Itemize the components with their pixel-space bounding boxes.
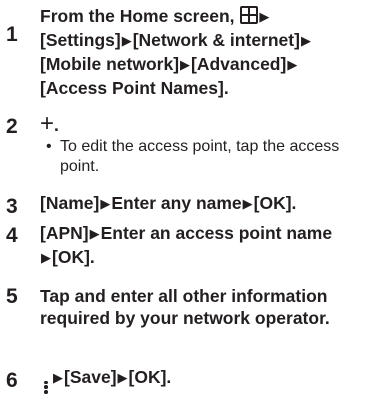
menu-path-item: [Network & internet] <box>132 30 300 50</box>
arrow-icon: ▶ <box>100 196 111 211</box>
arrow-icon: ▶ <box>41 250 51 265</box>
arrow-icon: ▶ <box>117 370 128 385</box>
step-number: 4 <box>6 224 18 247</box>
arrow-icon: ▶ <box>121 33 132 48</box>
step-number: 1 <box>6 23 18 46</box>
menu-path-item: [Access Point Names]. <box>40 78 229 98</box>
step-text: +. <box>40 110 380 137</box>
arrow-icon: ▶ <box>180 57 191 72</box>
note-text: To edit the access point, tap the access… <box>60 138 340 175</box>
step-text: Tap and enter all other information requ… <box>40 286 330 328</box>
menu-path-item: [Advanced] <box>191 54 287 74</box>
menu-path-item: [OK]. <box>128 367 172 387</box>
bullet-icon: • <box>46 138 52 155</box>
more-options-icon <box>44 380 48 394</box>
menu-path-item: [OK]. <box>52 247 95 267</box>
apps-icon <box>240 6 259 24</box>
arrow-icon: ▶ <box>287 57 298 72</box>
menu-path-item: Enter an access point name <box>100 223 333 243</box>
step-text-suffix: . <box>54 115 59 135</box>
plus-icon: + <box>40 110 55 137</box>
menu-path-item: Enter any name <box>111 193 242 213</box>
arrow-icon: ▶ <box>242 196 253 211</box>
step-number: 5 <box>6 285 18 308</box>
step-text: [Name]▶Enter any name▶[OK]. <box>40 192 380 216</box>
step-number: 6 <box>6 369 18 392</box>
step-text: [APN]▶Enter an access point name ▶[OK]. <box>40 222 380 270</box>
arrow-icon: ▶ <box>300 33 311 48</box>
menu-path-item: [OK]. <box>253 193 297 213</box>
arrow-icon: ▶ <box>89 226 100 241</box>
step-number: 3 <box>6 195 18 218</box>
menu-path-item: [Mobile network] <box>40 54 180 74</box>
step-text: ▶[Save]▶[OK]. <box>40 366 380 394</box>
menu-path-item: [APN] <box>40 223 89 243</box>
arrow-icon: ▶ <box>53 370 63 385</box>
step-number: 2 <box>6 115 18 138</box>
step-note: • To edit the access point, tap the acce… <box>46 137 376 177</box>
step-text: From the Home screen, ▶ [Settings]▶[Netw… <box>40 4 380 99</box>
step-lead: From the Home screen, <box>40 6 240 26</box>
menu-path-item: [Name] <box>40 193 100 213</box>
menu-path-item: [Save] <box>64 367 117 387</box>
menu-path-item: [Settings] <box>40 30 121 50</box>
arrow-icon: ▶ <box>259 9 270 24</box>
